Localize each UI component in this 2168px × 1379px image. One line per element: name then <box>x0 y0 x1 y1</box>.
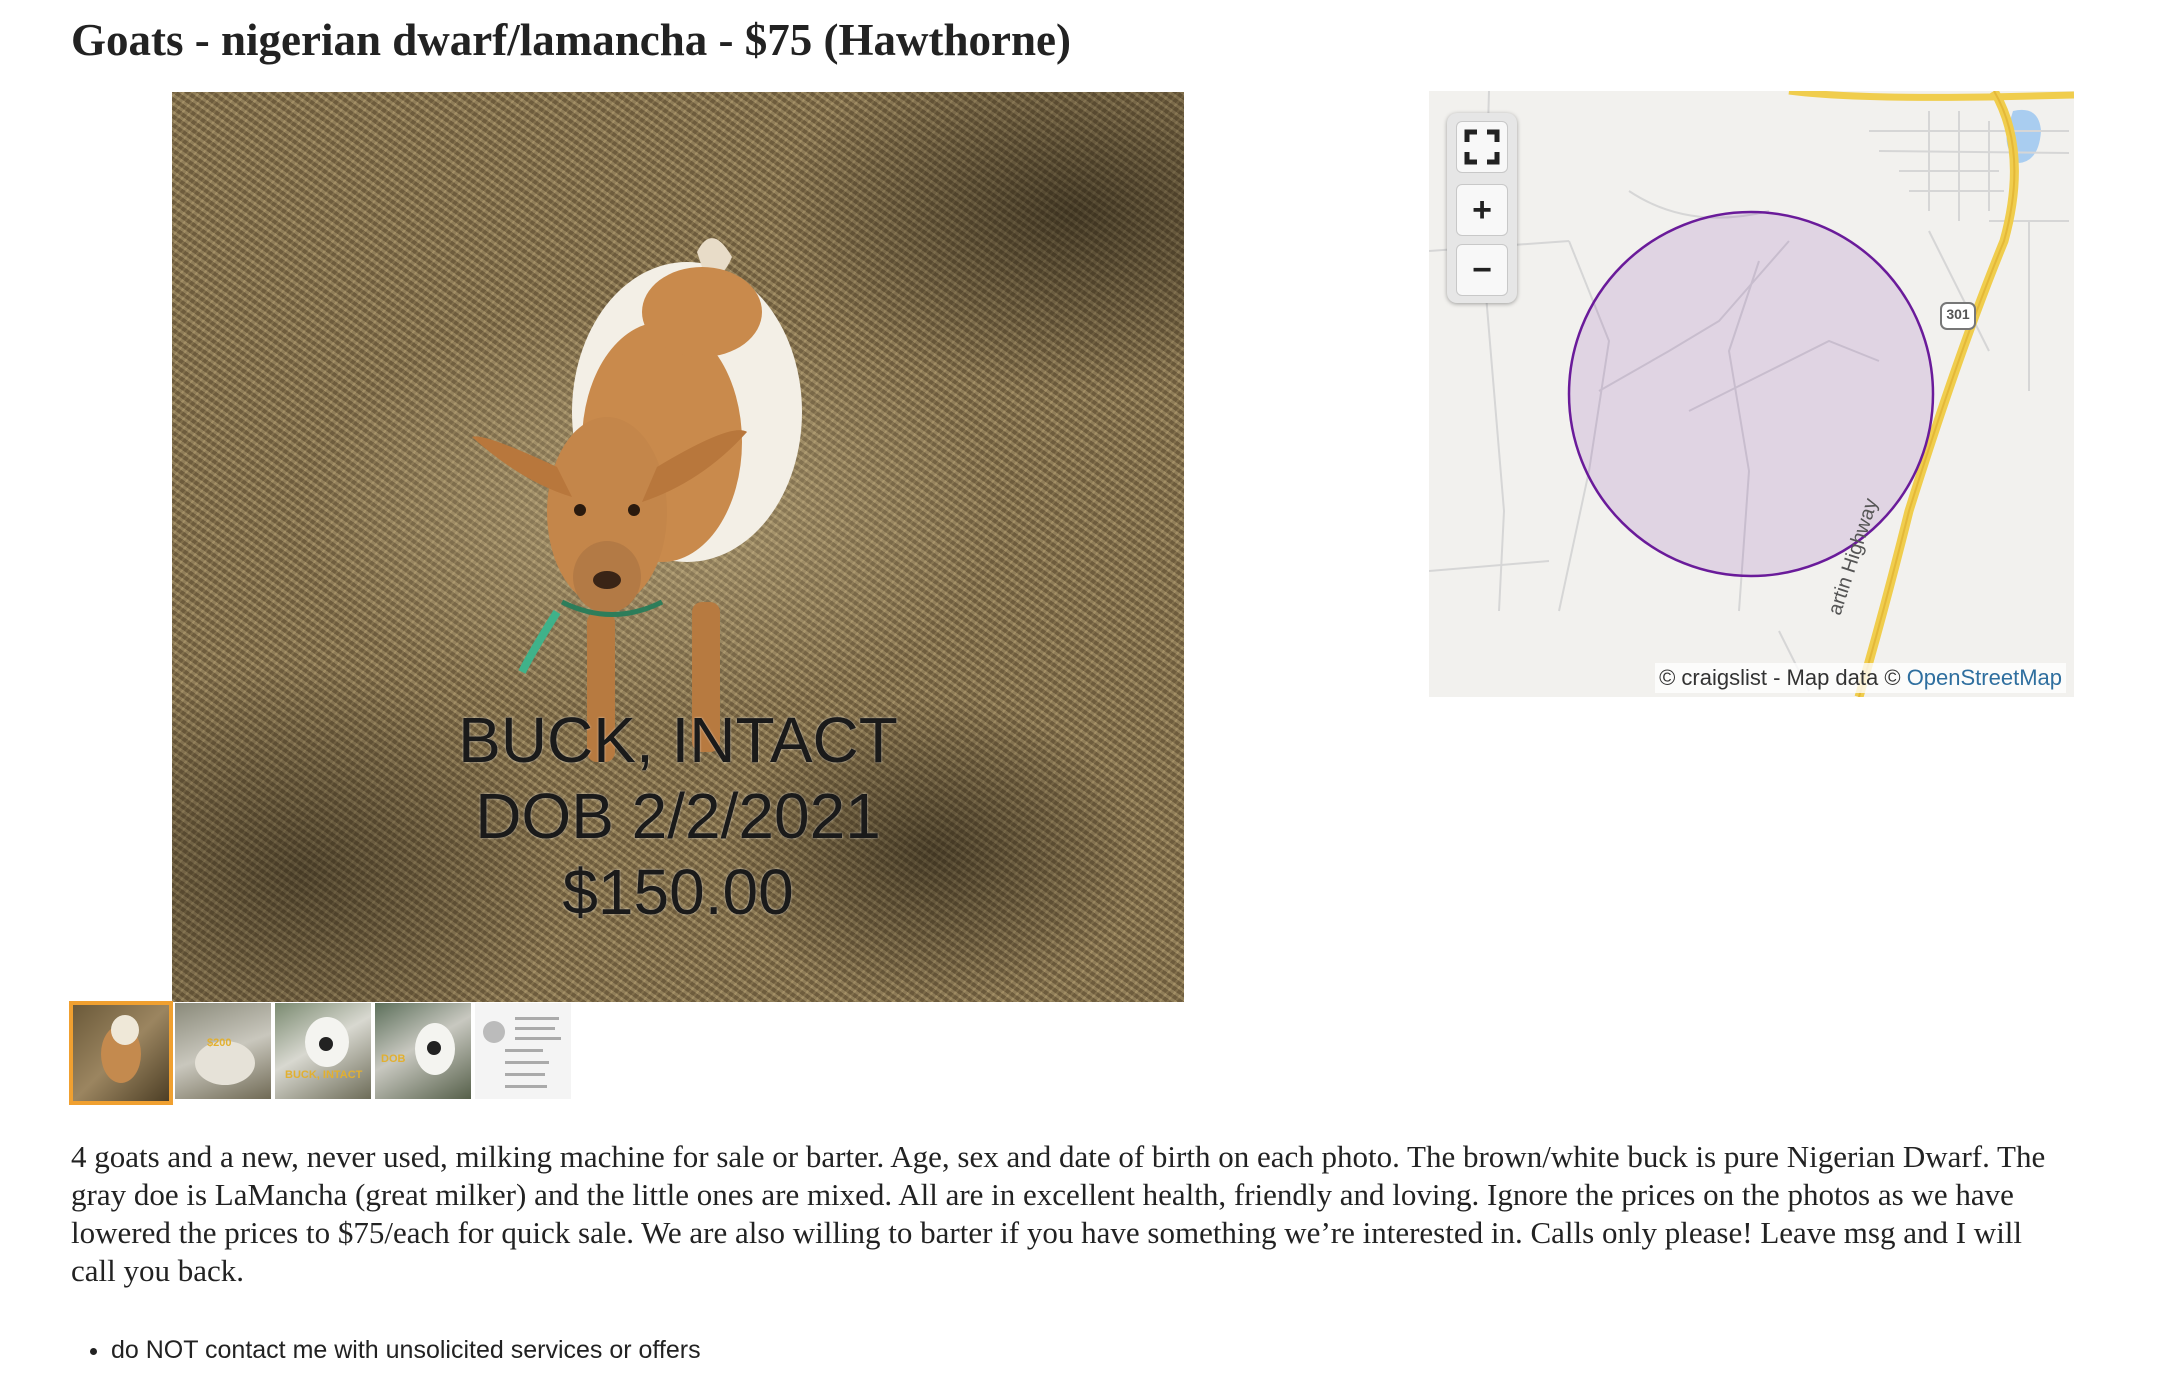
posting-body: 4 goats and a new, never used, milking m… <box>71 1139 2046 1288</box>
main-photo[interactable]: BUCK, INTACT DOB 2/2/2021 $150.00 <box>172 92 1184 1002</box>
location-map[interactable]: 301 artin Highway + − © craigslist - Map… <box>1429 91 2074 697</box>
photo-caption-line-2: DOB 2/2/2021 <box>475 780 881 852</box>
thumbnail-3[interactable]: BUCK, INTACT <box>275 1003 371 1099</box>
thumbnail-2[interactable]: $200 <box>175 1003 271 1099</box>
zoom-out-button[interactable]: − <box>1456 244 1508 296</box>
notice-item: do NOT contact me with unsolicited servi… <box>111 1330 701 1370</box>
zoom-in-button[interactable]: + <box>1456 184 1508 236</box>
thumbnail-1[interactable] <box>69 1001 173 1105</box>
openstreetmap-link[interactable]: OpenStreetMap <box>1907 665 2062 690</box>
route-shield-label: 301 <box>1946 306 1970 322</box>
fullscreen-icon <box>1464 129 1500 165</box>
attribution-text: © craigslist - Map data © <box>1659 665 1907 690</box>
photo-caption-line-1: BUCK, INTACT <box>458 704 898 776</box>
notices-list: do NOT contact me with unsolicited servi… <box>71 1330 701 1370</box>
fullscreen-button[interactable] <box>1456 121 1508 173</box>
thumbnail-4-text: DOB <box>381 1053 406 1065</box>
map-attribution: © craigslist - Map data © OpenStreetMap <box>1655 663 2066 693</box>
thumbnail-3-text: BUCK, INTACT <box>285 1069 363 1081</box>
thumbnail-4[interactable]: DOB <box>375 1003 471 1099</box>
map-tiles <box>1429 91 2074 697</box>
map-controls: + − <box>1447 113 1517 303</box>
photo-caption-line-3: $150.00 <box>562 856 794 928</box>
thumbnail-2-text: $200 <box>207 1037 232 1049</box>
thumbnail-5[interactable] <box>475 1003 571 1099</box>
posting-title: Goats - nigerian dwarf/lamancha - $75 (H… <box>71 15 1071 65</box>
